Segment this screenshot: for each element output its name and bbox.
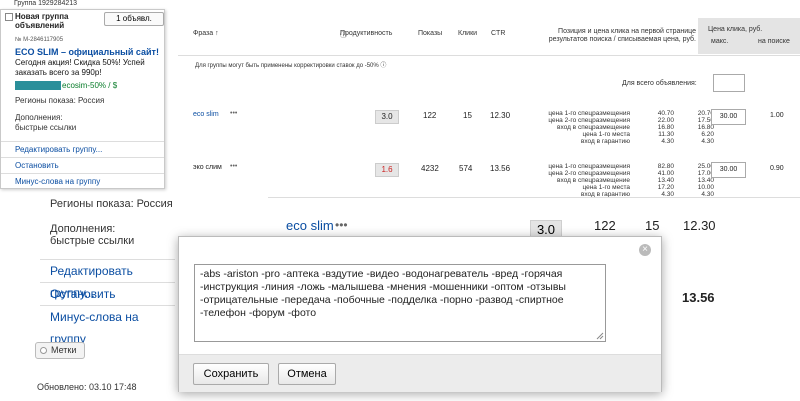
row-cpc: 0.90	[770, 165, 784, 172]
header-impressions[interactable]: Показы	[418, 30, 442, 37]
row-ctr: 13.56	[490, 164, 511, 173]
header-bid: Цена клика, руб.	[708, 26, 763, 33]
ad-text: Сегодня акция! Скидка 50%! Успей заказат…	[15, 58, 145, 77]
position-line: вход в спецразмещение 16.80 16.80	[556, 124, 714, 131]
row-positions: цена 1-го спецразмещения 40.70 20.70 цена …	[526, 110, 786, 145]
row-phrase[interactable]: эко слим	[193, 164, 222, 171]
stop-group-link[interactable]: Остановить	[1, 157, 164, 173]
header-phrase[interactable]: Фраза ↑	[193, 30, 219, 37]
all-ads-label: Для всего объявления:	[622, 80, 697, 87]
row-clicks: 15	[645, 218, 660, 233]
regions-label: Регионы показа: Россия	[50, 198, 173, 210]
help-icon[interactable]: ⓘ	[340, 30, 347, 40]
stop-group-link[interactable]: Остановить	[40, 282, 175, 305]
dialog-footer: Сохранить Отмена	[179, 354, 661, 392]
edit-group-link[interactable]: Редактировать группу...	[40, 259, 175, 300]
row-clicks: 15	[463, 111, 472, 120]
additions-label: Дополнения:	[50, 223, 116, 235]
help-icon[interactable]: ⓘ	[380, 63, 386, 69]
bid-header-bg	[698, 18, 800, 54]
more-icon[interactable]: •••	[230, 163, 237, 170]
save-button[interactable]: Сохранить	[193, 363, 269, 385]
row-clicks: 574	[459, 164, 473, 173]
position-line: цена 1-го спецразмещения 82.80 25.00	[548, 163, 714, 170]
additions-value: быстрые ссылки	[50, 235, 135, 247]
position-line: цена 2-го спецразмещения 22.00 17.50	[548, 117, 714, 124]
additions-block: Дополнения: быстрые ссылки	[50, 223, 134, 247]
row-ctr: 12.30	[490, 111, 511, 120]
position-line: цена 2-го спецразмещения 41.00 17.00	[548, 170, 714, 177]
row-impressions: 4232	[421, 164, 439, 173]
position-line: вход в спецразмещение 13.40 13.40	[556, 177, 714, 184]
header-ctr[interactable]: CTR	[491, 30, 505, 37]
row-phrase[interactable]: eco slim	[286, 218, 334, 233]
zoomed-group-panel: Регионы показа: Россия Дополнения: быстр…	[40, 195, 175, 346]
ads-count-button[interactable]: 1 объявл.	[104, 12, 164, 26]
redacted-domain	[15, 81, 61, 91]
table-row: eco slim ••• 3.0 122 15 12.30 цена 1-го …	[178, 108, 800, 153]
position-line: цена 1-го места 11.30 6.20	[582, 131, 714, 138]
additions-block: Дополнения: быстрые ссылки	[15, 113, 76, 133]
position-line: вход в гарантию 4.30 4.30	[580, 138, 714, 145]
row-bid-input[interactable]: 30.00	[711, 162, 746, 178]
additions-value: быстрые ссылки	[15, 123, 77, 132]
ad-number: № M-2846117905	[15, 37, 64, 43]
additions-label: Дополнения:	[15, 113, 63, 122]
edit-group-link[interactable]: Редактировать группу...	[1, 141, 164, 157]
row-ctr: 12.30	[683, 218, 716, 233]
position-line: цена 1-го спецразмещения 40.70 20.70	[548, 110, 714, 117]
row-impressions: 122	[594, 218, 616, 233]
inset-view: Группа 1929284213 Новая группа объявлени…	[0, 0, 800, 200]
table-header: Фраза ↑ Продуктивность ⓘ Показы Клики CT…	[178, 18, 800, 56]
header-bid-search: на поиске	[758, 38, 790, 45]
minus-words-textarea[interactable]: -abs -ariston -pro -аптека -вздутие -вид…	[194, 264, 606, 342]
group-checkbox[interactable]	[5, 13, 13, 21]
row-impressions: 122	[423, 111, 437, 120]
ad-group-card: Новая группа объявлений 1 объявл. № M-28…	[0, 9, 165, 189]
header-position: Позиция и цена клика на первой странице …	[548, 28, 696, 43]
header-clicks[interactable]: Клики	[458, 30, 477, 37]
group-minus-words-link[interactable]: Минус-слова на группу	[1, 173, 164, 189]
group-id-label: Группа 1929284213	[14, 0, 78, 7]
money-icon: $	[112, 81, 118, 90]
updated-timestamp: Обновлено: 03.10 17:48	[37, 382, 137, 392]
ad-title[interactable]: ECO SLIM – официальный сайт!	[15, 47, 159, 57]
group-name[interactable]: Новая группа объявлений	[15, 12, 105, 30]
row-productivity: 1.6	[375, 163, 399, 177]
minus-words-dialog: × -abs -ariston -pro -аптека -вздутие -в…	[178, 236, 662, 392]
side-ctr: 13.56	[682, 290, 715, 305]
all-ads-bid-input[interactable]	[713, 74, 745, 92]
screen: Группа 1929284213 Новая группа объявлени…	[0, 0, 800, 401]
bid-adjustment-note: Для группы могут быть применены корректи…	[195, 63, 387, 69]
row-productivity: 3.0	[375, 110, 399, 124]
more-icon[interactable]: •••	[230, 110, 237, 117]
ad-display-url[interactable]: ecosim-50% / $	[15, 81, 118, 91]
header-bid-max: макс.	[711, 38, 729, 45]
close-icon[interactable]: ×	[639, 244, 651, 256]
group-menu: Редактировать группу... Остановить Минус…	[1, 141, 164, 189]
row-cpc: 1.00	[770, 112, 784, 119]
position-line: цена 1-го места 17.20 10.00	[582, 184, 714, 191]
tag-radio-icon	[40, 347, 47, 354]
row-phrase[interactable]: eco slim	[193, 111, 219, 118]
regions-label: Регионы показа: Россия	[15, 96, 105, 105]
group-menu: Редактировать группу... Остановить Минус…	[40, 259, 175, 346]
row-positions: цена 1-го спецразмещения 82.80 25.00 цена …	[526, 163, 786, 198]
row-bid-input[interactable]: 30.00	[711, 109, 746, 125]
more-icon[interactable]: •••	[335, 218, 348, 232]
group-minus-words-link[interactable]: Минус-слова на группу	[40, 305, 175, 346]
tags-button[interactable]: Метки	[35, 342, 86, 359]
resize-grip-icon[interactable]	[596, 332, 604, 340]
cancel-button[interactable]: Отмена	[278, 363, 336, 385]
